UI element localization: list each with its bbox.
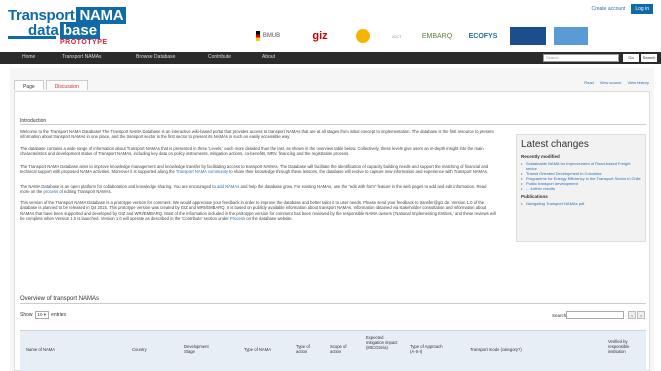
logo-prototype-tag: PROTOTYPE [60,39,108,46]
user-links: Create account Log in [591,4,653,14]
latest-changes-title: Latest changes [521,139,589,150]
read-link[interactable]: Read [584,80,594,85]
intro-paragraph-4: The NAMA Database is an open platform fo… [20,184,496,195]
sun-icon [356,29,370,43]
embarq-logo[interactable]: EMBARQ [418,27,456,45]
sun-partner-logo[interactable] [350,27,376,45]
intro-paragraph-5-text-b: on the database website. [245,216,293,222]
prev-page-button[interactable]: < [628,311,636,319]
giz-logo[interactable]: giz [298,27,342,45]
add-namas-link[interactable]: add NAMAs [217,184,239,189]
list-item[interactable]: Navigating Transport NAMAs pdf [521,201,641,206]
nav-home[interactable]: Home [22,54,35,60]
list-item[interactable]: Sustainable NAMA for Improvement of Road… [521,161,641,171]
bmub-logo[interactable]: BMUB [246,27,290,45]
partner-logos: BMUB giz ICCT EMBARQ ECOFYS [246,22,596,50]
divider [20,124,646,125]
entries-select-value: 10 [37,312,43,317]
intro-paragraph-5: This version of the Transport NAMA Datab… [20,200,496,222]
go-button[interactable]: Go [623,54,639,62]
page-actions: Read View source View history [584,80,649,85]
german-flag-icon [255,31,260,41]
column-header-mitigation-impact[interactable]: Expected mitigation impact (MtCO2e/a) [366,335,400,350]
nav-transport-namas[interactable]: Transport NAMAs [62,54,102,60]
nav-contribute[interactable]: Contribute [208,54,231,60]
nav-browse-database[interactable]: Browse Database [136,54,175,60]
search-button[interactable]: Search [641,54,657,62]
overview-heading: Overview of transport NAMAs [20,296,100,302]
view-history-link[interactable]: View history [628,80,650,85]
column-header-transport-mode[interactable]: Transport mode (category?) [470,347,522,352]
entries-length-control: Show 10 ▾ entries [20,311,66,319]
site-header: Transport NAMA data base PROTOTYPE Create … [0,0,661,52]
transport-nama-community-link[interactable]: Transport NAMA community [176,169,228,174]
intro-paragraph-4-text-c: of editing Transport NAMAs. [58,189,112,195]
column-header-type-of-approach[interactable]: Type of Approach (A-S-I) [410,344,448,354]
column-header-development-stage[interactable]: Development Stage [184,344,216,354]
nav-about[interactable]: About [262,54,275,60]
publications-heading: Publications [521,194,548,199]
pagination: < > [628,311,645,319]
latest-changes-box: Latest changes Recently modified Sustain… [516,134,646,242]
intro-paragraph-3: The Transport NAMA Database aims to impr… [20,164,496,175]
icct-logo[interactable]: ICCT [384,27,410,45]
column-header-type-of-nama[interactable]: Type of NAMA [244,347,271,352]
process-section-link[interactable]: Process [230,216,245,221]
list-item[interactable]: ... further results [521,186,641,191]
page-tabs: Page Discussion [14,80,88,90]
logo-data-text: data [28,22,59,39]
column-header-name[interactable]: Name of NAMA [26,347,55,352]
search-input[interactable]: Search [543,54,619,62]
divider [20,303,646,304]
publications-list: Navigating Transport NAMAs pdf [521,201,641,206]
main-navigation: Home Transport NAMAs Browse Database Con… [0,52,661,64]
partner-logo-light-blue[interactable] [554,27,588,45]
tab-page[interactable]: Page [14,80,44,90]
recently-modified-heading: Recently modified [521,154,560,159]
create-account-link[interactable]: Create account [591,6,625,12]
column-header-type-of-action[interactable]: Type of action [296,344,318,354]
transport-nama-database-logo[interactable]: Transport NAMA data base PROTOTYPE [8,7,127,50]
column-header-verified[interactable]: Verified by responsible institution [608,339,642,354]
next-page-button[interactable]: > [637,311,645,319]
column-header-scope-of-action[interactable]: Scope of action [330,344,352,354]
show-label: Show [20,312,33,318]
giz-logo-text: giz [312,30,328,42]
intro-paragraph-1: Welcome to the Transport NAMA Database! … [20,129,494,140]
entries-label: entries [51,312,67,318]
logo-line2: data base [28,22,101,39]
column-header-country[interactable]: Country [132,347,147,352]
intro-paragraph-2: The database contains a wide range of in… [20,146,484,157]
intro-paragraph-4-text-a: The NAMA Database is an open platform fo… [20,184,217,189]
partner-logo-blue[interactable] [510,27,546,45]
bmub-logo-text: BMUB [262,33,281,39]
embarq-logo-text: EMBARQ [421,32,453,40]
icct-logo-text: ICCT [392,33,402,39]
table-search-input[interactable] [566,311,624,319]
table-header: Name of NAMA Country Development Stage T… [20,330,646,371]
entries-select[interactable]: 10 ▾ [34,311,50,319]
login-button[interactable]: Log in [631,4,653,14]
logo-base-text: base [59,22,101,39]
process-link[interactable]: process [44,189,59,194]
recently-modified-list: Sustainable NAMA for Improvement of Road… [521,161,641,191]
ecofys-logo-text: ECOFYS [468,32,498,40]
view-source-link[interactable]: View source [600,80,622,85]
ecofys-logo[interactable]: ECOFYS [464,27,502,45]
tab-discussion[interactable]: Discussion [45,80,88,90]
intro-paragraph-3-text-b: to share their knowledge through these l… [228,169,489,175]
